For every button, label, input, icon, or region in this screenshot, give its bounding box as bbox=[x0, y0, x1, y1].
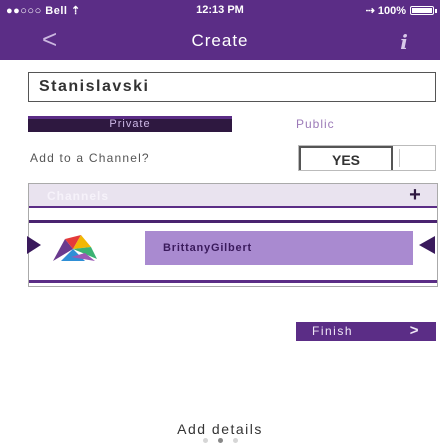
finish-label: Finish bbox=[312, 324, 354, 338]
battery-label: ⇢ 100% bbox=[365, 5, 406, 17]
channels-header: Channels + bbox=[29, 184, 437, 208]
channel-name-field[interactable]: Stanislavski bbox=[28, 72, 436, 102]
add-to-channel-toggle[interactable]: YES bbox=[298, 145, 436, 171]
arrow-right-icon: > bbox=[409, 322, 420, 339]
add-to-channel-label: Add to a Channel? bbox=[30, 151, 150, 165]
channels-title: Channels bbox=[47, 189, 110, 203]
page-dot[interactable] bbox=[232, 438, 238, 443]
channel-row: BrittanyGilbert bbox=[27, 220, 437, 274]
page-dot[interactable] bbox=[202, 438, 208, 443]
toggle-yes-label: YES bbox=[299, 146, 393, 170]
toggle-knob bbox=[399, 149, 429, 167]
page-indicator[interactable] bbox=[0, 438, 440, 443]
scroll-right-arrow-icon[interactable] bbox=[419, 236, 435, 254]
channel-item[interactable]: BrittanyGilbert bbox=[145, 231, 413, 265]
battery-indicator: ⇢ 100% bbox=[365, 4, 437, 17]
page-title: Create bbox=[191, 31, 249, 50]
colorful-logo-icon bbox=[51, 231, 101, 265]
battery-icon bbox=[410, 6, 437, 15]
add-details-link[interactable]: Add details bbox=[0, 421, 440, 437]
info-icon[interactable]: i bbox=[392, 30, 416, 54]
add-channel-button[interactable]: + bbox=[405, 185, 425, 205]
finish-button[interactable]: Finish > bbox=[296, 322, 436, 341]
scroll-left-arrow-icon[interactable] bbox=[27, 236, 41, 254]
channels-panel: Channels + BrittanyGilbert bbox=[27, 183, 438, 287]
page-dot-active[interactable] bbox=[217, 438, 223, 443]
private-option[interactable]: Private bbox=[28, 116, 232, 132]
channels-divider bbox=[29, 280, 437, 283]
status-bar: ●●○○○ Bell ⇡ 12:13 PM ⇢ 100% bbox=[0, 0, 440, 20]
header-bar: ●●○○○ Bell ⇡ 12:13 PM ⇢ 100% < Create i bbox=[0, 0, 440, 60]
public-option[interactable]: Public bbox=[296, 117, 335, 131]
